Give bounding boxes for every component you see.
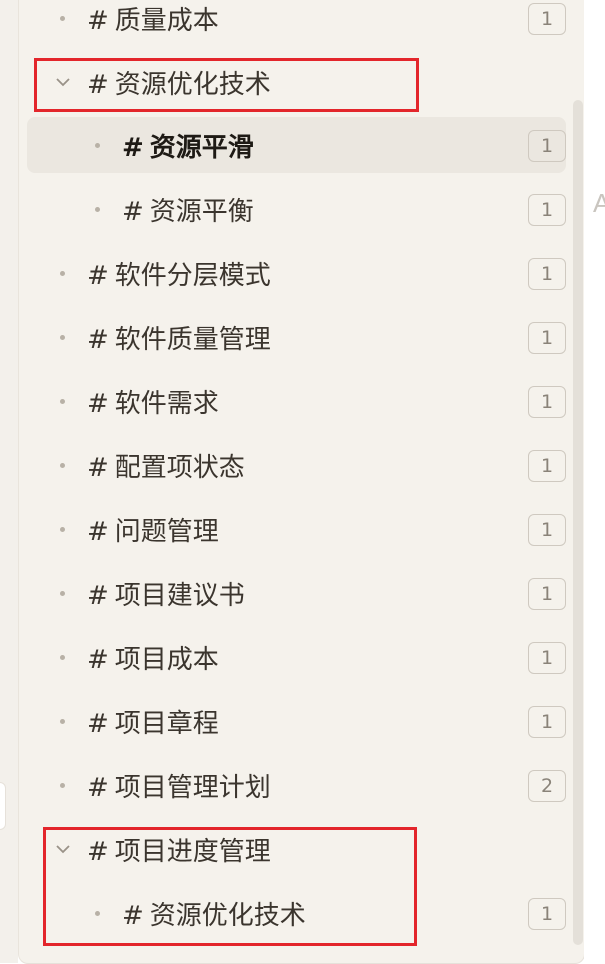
- tag-count-badge: 1: [528, 514, 566, 546]
- bullet-icon: [60, 16, 65, 21]
- bullet-icon: [60, 527, 65, 532]
- tag-label: # 项目建议书: [87, 581, 245, 611]
- tag-item[interactable]: # 软件分层模式 1: [27, 245, 566, 301]
- tag-item[interactable]: # 质量成本 1: [27, 0, 566, 46]
- bullet-icon: [60, 399, 65, 404]
- scrollbar[interactable]: [573, 100, 583, 945]
- tag-item[interactable]: # 项目成本 1: [27, 629, 566, 685]
- collapsed-panel-handle[interactable]: [0, 782, 6, 830]
- tag-label: # 质量成本: [87, 6, 219, 36]
- bullet-icon: [95, 143, 100, 148]
- bullet-icon: [60, 463, 65, 468]
- tag-count-badge: 1: [528, 386, 566, 418]
- tag-item[interactable]: # 资源平衡 1: [27, 181, 566, 237]
- bullet-icon: [60, 591, 65, 596]
- bullet-icon: [60, 335, 65, 340]
- highlight-box-top: [34, 58, 419, 112]
- tags-panel: # 质量成本 1 # 资源优化技术 # 资源平滑 1 # 资源平衡 1 # 软件分层模式 …: [18, 0, 585, 964]
- tag-item[interactable]: # 项目管理计划 2: [27, 757, 566, 813]
- tag-label: # 项目章程: [87, 709, 219, 739]
- tag-item[interactable]: # 配置项状态 1: [27, 437, 566, 493]
- editor-placeholder-text: A: [593, 188, 605, 218]
- tag-count-badge: 1: [528, 450, 566, 482]
- tag-label: # 资源平滑: [122, 133, 254, 163]
- tag-label: # 问题管理: [87, 517, 219, 547]
- tag-count-badge: 1: [528, 322, 566, 354]
- tag-count-badge: 1: [528, 258, 566, 290]
- bullet-icon: [60, 719, 65, 724]
- tag-label: # 软件需求: [87, 389, 219, 419]
- highlight-box-bottom: [43, 827, 417, 946]
- tag-count-badge: 1: [528, 130, 566, 162]
- tag-count-badge: 1: [528, 706, 566, 738]
- tag-label: # 配置项状态: [87, 453, 245, 483]
- tag-item[interactable]: # 问题管理 1: [27, 501, 566, 557]
- tag-label: # 项目管理计划: [87, 773, 271, 803]
- editor-area: [584, 0, 605, 963]
- tag-count-badge: 1: [528, 194, 566, 226]
- bullet-icon: [95, 207, 100, 212]
- tag-count-badge: 1: [528, 898, 566, 930]
- tag-label: # 项目成本: [87, 645, 219, 675]
- tag-count-badge: 1: [528, 642, 566, 674]
- tag-label: # 软件分层模式: [87, 261, 271, 291]
- tag-item[interactable]: # 项目建议书 1: [27, 565, 566, 621]
- tag-item[interactable]: # 软件质量管理 1: [27, 309, 566, 365]
- tag-item-selected[interactable]: # 资源平滑 1: [27, 117, 566, 173]
- tag-count-badge: 2: [528, 770, 566, 802]
- tag-count-badge: 1: [528, 3, 566, 35]
- tag-count-badge: 1: [528, 578, 566, 610]
- tag-label: # 资源平衡: [122, 197, 254, 227]
- bullet-icon: [60, 655, 65, 660]
- tag-item[interactable]: # 软件需求 1: [27, 373, 566, 429]
- tag-item[interactable]: # 项目章程 1: [27, 693, 566, 749]
- bullet-icon: [60, 271, 65, 276]
- bullet-icon: [60, 783, 65, 788]
- tag-label: # 软件质量管理: [87, 325, 271, 355]
